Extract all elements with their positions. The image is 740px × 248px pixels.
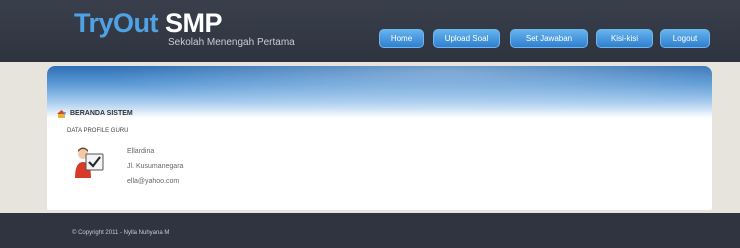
nav-logout-button[interactable]: Logout <box>660 29 710 48</box>
logo-secondary-text: SMP <box>165 8 223 38</box>
nav-home-button[interactable]: Home <box>379 29 424 48</box>
top-header: TryOut SMP Sekolah Menengah Pertama Home … <box>0 0 740 62</box>
profile-name: Ellardina <box>127 148 155 155</box>
panel-header-glow <box>47 66 712 118</box>
nav-kisi-kisi-button[interactable]: Kisi-kisi <box>596 29 653 48</box>
profile-subtitle: DATA PROFILE GURU <box>67 128 129 134</box>
site-tagline: Sekolah Menengah Pertama <box>168 37 295 48</box>
copyright-text: © Copyright 2011 - Nylla Nuhyana M <box>72 230 170 236</box>
nav-upload-soal-button[interactable]: Upload Soal <box>433 29 500 48</box>
logo-primary-text: TryOut <box>74 8 159 38</box>
content-panel <box>47 66 712 210</box>
nav-set-jawaban-button[interactable]: Set Jawaban <box>510 29 588 48</box>
profile-email: ella@yahoo.com <box>127 178 180 185</box>
teacher-profile-icon <box>75 147 104 178</box>
site-logo[interactable]: TryOut SMP <box>74 8 223 38</box>
profile-address: Jl. Kusumanegara <box>127 163 184 170</box>
section-title: BERANDA SISTEM <box>70 110 133 117</box>
home-section-icon <box>57 110 66 118</box>
